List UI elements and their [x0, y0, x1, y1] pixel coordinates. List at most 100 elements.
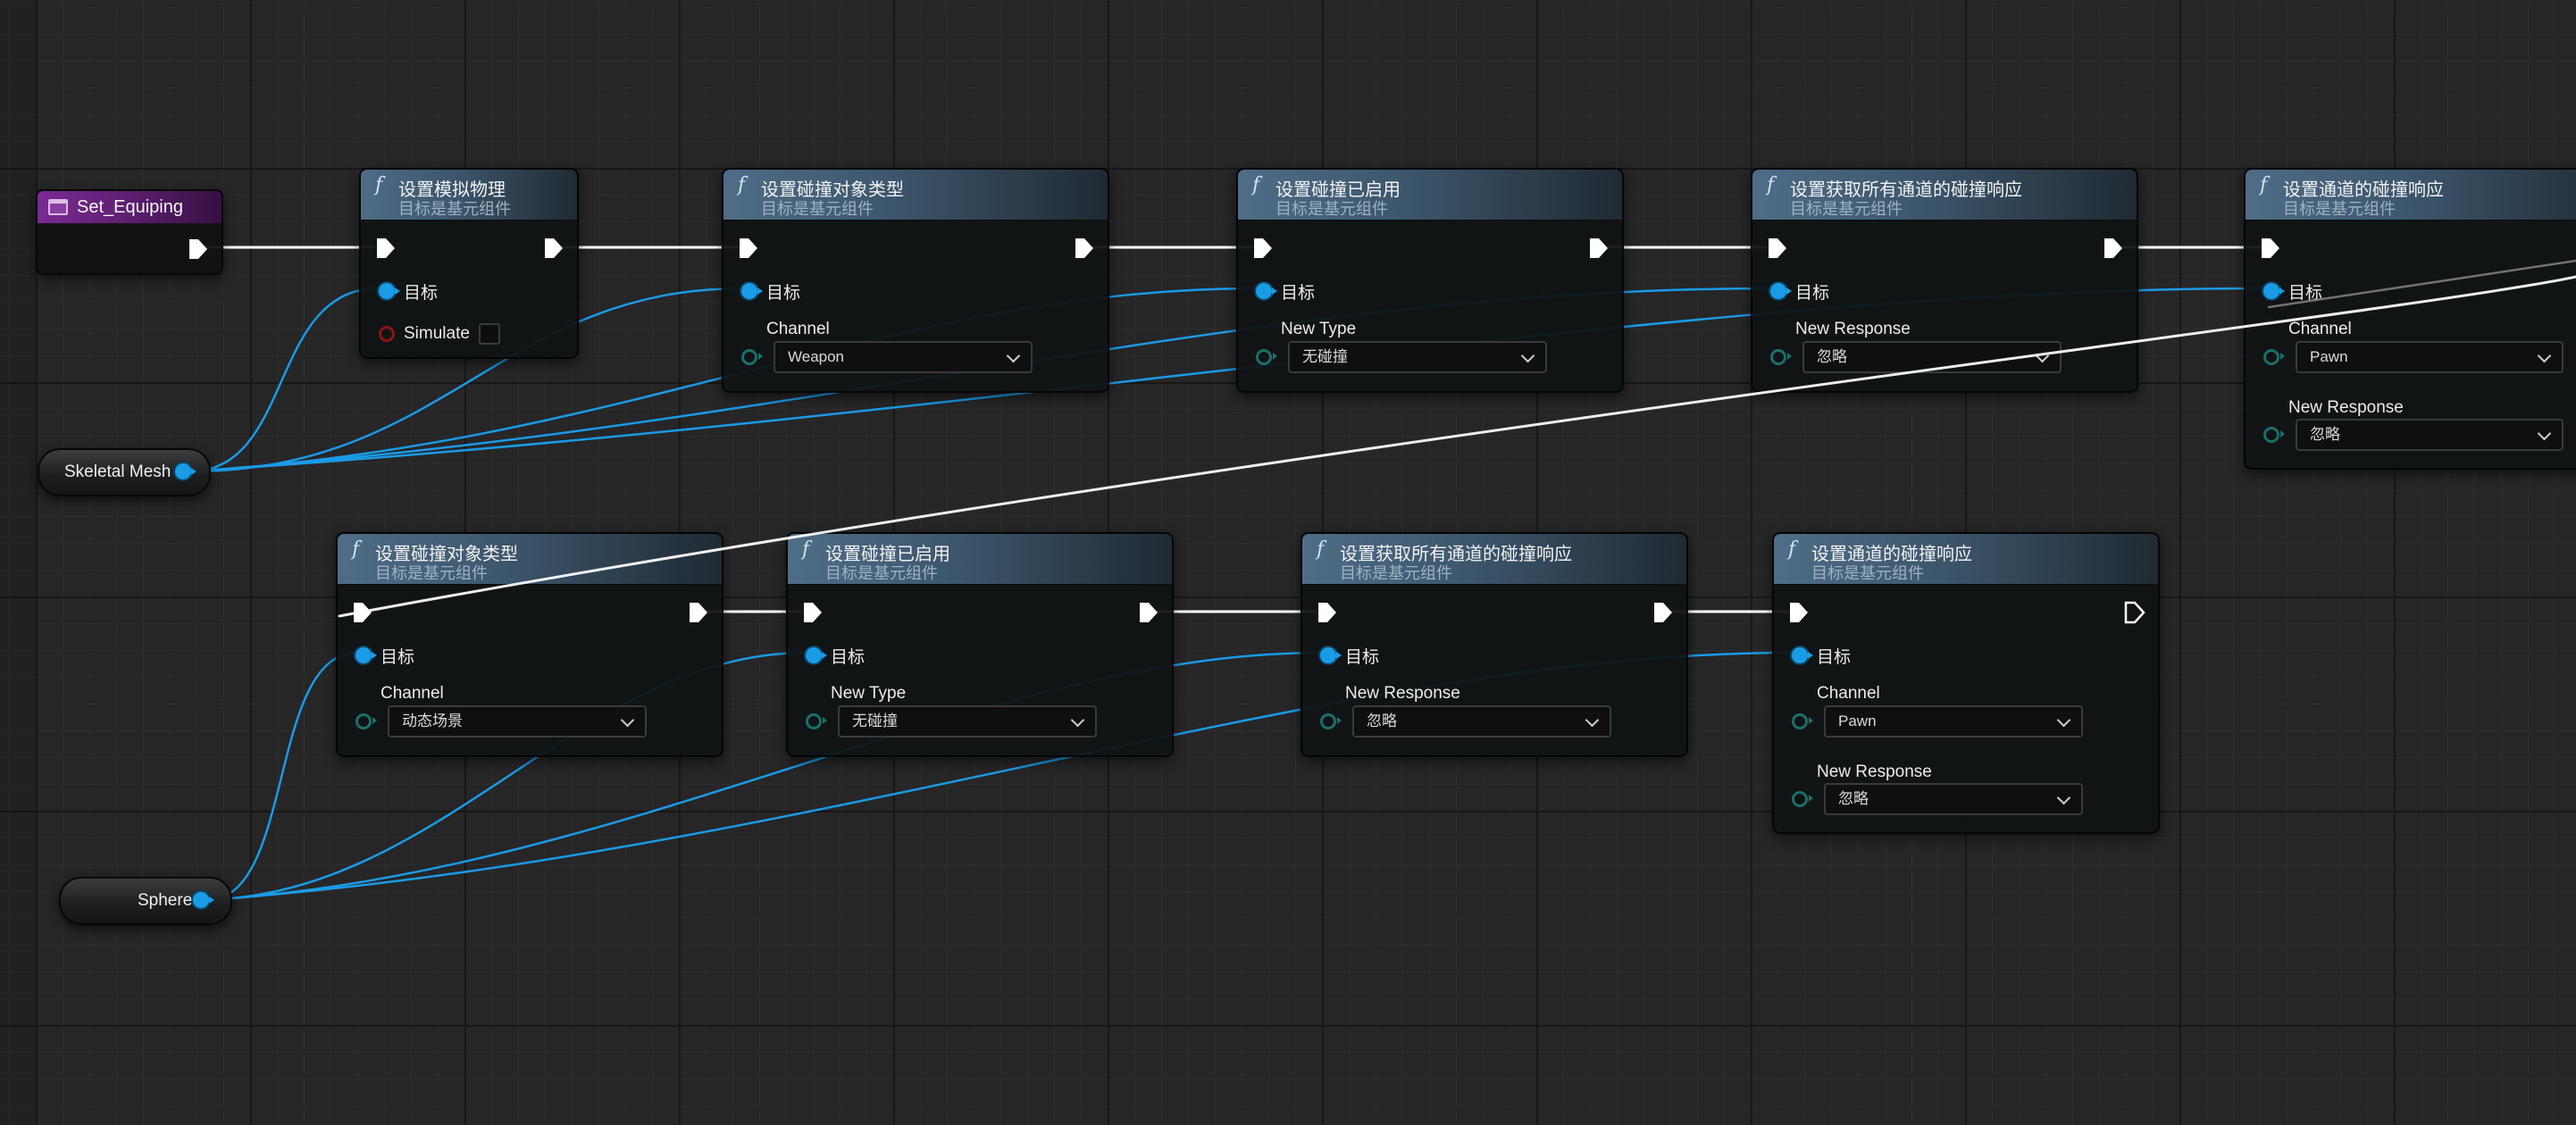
chevron-down-icon	[1585, 712, 1600, 728]
object-pin-icon[interactable]	[1256, 283, 1277, 299]
pin-new-response[interactable]	[1320, 711, 1342, 732]
new-response-dropdown[interactable]: 忽略	[1352, 705, 1611, 738]
pin-target[interactable]: 目标	[1320, 645, 1379, 667]
new-response-dropdown[interactable]: 忽略	[1824, 783, 2083, 815]
channel-dropdown[interactable]: 动态场景	[388, 705, 647, 738]
exec-pin-output-icon[interactable]	[2124, 601, 2145, 624]
node-subtitle: 目标是基元组件	[1275, 200, 1388, 218]
exec-pin-icon[interactable]	[2260, 237, 2281, 260]
function-icon: f	[1252, 174, 1260, 196]
enum-pin-icon[interactable]	[2263, 349, 2285, 365]
object-pin-icon[interactable]	[1792, 647, 1813, 663]
exec-pin-icon[interactable]	[2103, 237, 2124, 260]
new-response-dropdown[interactable]: 忽略	[1802, 341, 2062, 373]
bool-pin-icon[interactable]	[379, 326, 395, 342]
node-set-collision-object-type[interactable]: f 设置碰撞对象类型 目标是基元组件 目标 Channel Weapon	[722, 168, 1109, 393]
node-set-response-to-channel[interactable]: f 设置通道的碰撞响应 目标是基元组件 目标 Channel Pawn New …	[1772, 532, 2160, 834]
object-pin-icon[interactable]	[1320, 647, 1342, 663]
enum-pin-icon[interactable]	[2263, 427, 2285, 443]
node-header: f 设置通道的碰撞响应 目标是基元组件	[2246, 170, 2576, 221]
event-node-set-equiping[interactable]: Set_Equiping	[36, 189, 223, 275]
node-set-simulate-physics[interactable]: f 设置模拟物理 目标是基元组件 目标 Simulate	[359, 168, 579, 359]
enum-pin-icon[interactable]	[355, 713, 377, 729]
object-pin-icon[interactable]	[355, 647, 377, 663]
pin-target[interactable]: 目标	[355, 645, 414, 667]
object-pin-icon[interactable]	[379, 283, 400, 299]
enum-pin-icon[interactable]	[806, 713, 827, 729]
exec-pin-icon[interactable]	[375, 237, 397, 260]
exec-pin-icon[interactable]	[1767, 237, 1788, 260]
node-set-response-to-channel[interactable]: f 设置通道的碰撞响应 目标是基元组件 目标 Channel Pawn New …	[2244, 168, 2576, 470]
function-icon: f	[1767, 174, 1775, 196]
node-set-collision-object-type[interactable]: f 设置碰撞对象类型 目标是基元组件 目标 Channel 动态场景	[336, 532, 723, 757]
new-response-dropdown[interactable]: 忽略	[2296, 419, 2563, 451]
channel-dropdown[interactable]: Pawn	[1824, 705, 2083, 738]
exec-pin-icon[interactable]	[1138, 601, 1159, 624]
exec-pin-icon[interactable]	[802, 601, 824, 624]
pin-new-response[interactable]	[2263, 424, 2285, 446]
object-pin-icon[interactable]	[2263, 283, 2285, 299]
pin-target[interactable]: 目标	[1792, 645, 1852, 667]
pin-new-response[interactable]	[1792, 788, 1813, 810]
function-icon: f	[1788, 538, 1796, 561]
pin-new-type[interactable]	[1256, 346, 1277, 368]
exec-pin-icon[interactable]	[543, 237, 565, 260]
exec-pin-icon[interactable]	[1652, 601, 1674, 624]
node-set-collision-enabled[interactable]: f 设置碰撞已启用 目标是基元组件 目标 New Type 无碰撞	[786, 532, 1174, 757]
pin-label: 目标	[831, 647, 866, 667]
pin-target[interactable]: 目标	[806, 645, 866, 667]
pin-target[interactable]: 目标	[2263, 280, 2322, 303]
pin-label: 目标	[404, 283, 439, 303]
channel-dropdown[interactable]: Pawn	[2296, 341, 2563, 373]
pin-channel[interactable]	[1792, 711, 1813, 732]
exec-pin-icon[interactable]	[1588, 237, 1610, 260]
node-subtitle: 目标是基元组件	[375, 564, 488, 582]
simulate-checkbox[interactable]	[478, 323, 500, 345]
node-header: f 设置模拟物理 目标是基元组件	[361, 170, 577, 221]
exec-pin-icon[interactable]	[188, 238, 209, 261]
variable-label: Skeletal Mesh	[64, 462, 171, 481]
variable-sphere[interactable]: Sphere	[59, 877, 232, 925]
pin-channel[interactable]	[355, 711, 377, 732]
node-set-response-all-channels[interactable]: f 设置获取所有通道的碰撞响应 目标是基元组件 目标 New Response …	[1751, 168, 2138, 393]
exec-pin-icon[interactable]	[1317, 601, 1338, 624]
exec-pin-icon[interactable]	[1252, 237, 1274, 260]
object-pin-icon[interactable]	[193, 892, 214, 908]
pin-new-type[interactable]	[806, 711, 827, 732]
pin-channel[interactable]	[2263, 346, 2285, 368]
enum-pin-icon[interactable]	[1770, 349, 1792, 365]
exec-pin-icon[interactable]	[1074, 237, 1095, 260]
enum-pin-icon[interactable]	[1792, 791, 1813, 807]
pin-simulate[interactable]: Simulate	[379, 323, 500, 345]
object-pin-icon[interactable]	[1770, 283, 1792, 299]
variable-skeletal-mesh[interactable]: Skeletal Mesh	[38, 448, 211, 496]
event-header: Set_Equiping	[38, 191, 222, 223]
chevron-down-icon	[1520, 348, 1535, 363]
pin-channel[interactable]	[741, 346, 763, 368]
exec-pin-icon[interactable]	[738, 237, 759, 260]
pin-target[interactable]: 目标	[379, 280, 439, 303]
chevron-down-icon	[2056, 712, 2071, 728]
pin-target[interactable]: 目标	[1770, 280, 1829, 303]
enum-pin-icon[interactable]	[1792, 713, 1813, 729]
enum-pin-icon[interactable]	[1320, 713, 1342, 729]
pin-target[interactable]: 目标	[1256, 280, 1315, 303]
enum-pin-icon[interactable]	[1256, 349, 1277, 365]
object-pin-icon[interactable]	[806, 647, 827, 663]
object-pin-icon[interactable]	[741, 283, 763, 299]
object-pin-icon[interactable]	[175, 463, 197, 479]
pin-new-response[interactable]	[1770, 346, 1792, 368]
node-set-response-all-channels[interactable]: f 设置获取所有通道的碰撞响应 目标是基元组件 目标 New Response …	[1301, 532, 1688, 757]
enum-pin-icon[interactable]	[741, 349, 763, 365]
node-header: f 设置碰撞已启用 目标是基元组件	[1238, 170, 1622, 221]
new-type-dropdown[interactable]: 无碰撞	[838, 705, 1097, 738]
node-set-collision-enabled[interactable]: f 设置碰撞已启用 目标是基元组件 目标 New Type 无碰撞	[1236, 168, 1624, 393]
pin-label: 目标	[1817, 647, 1852, 667]
exec-pin-icon[interactable]	[688, 601, 709, 624]
exec-pin-icon[interactable]	[352, 601, 373, 624]
channel-dropdown[interactable]: Weapon	[774, 341, 1033, 373]
new-type-dropdown[interactable]: 无碰撞	[1288, 341, 1547, 373]
new-response-label: New Response	[2288, 398, 2404, 417]
pin-target[interactable]: 目标	[741, 280, 800, 303]
exec-pin-icon[interactable]	[1788, 601, 1810, 624]
